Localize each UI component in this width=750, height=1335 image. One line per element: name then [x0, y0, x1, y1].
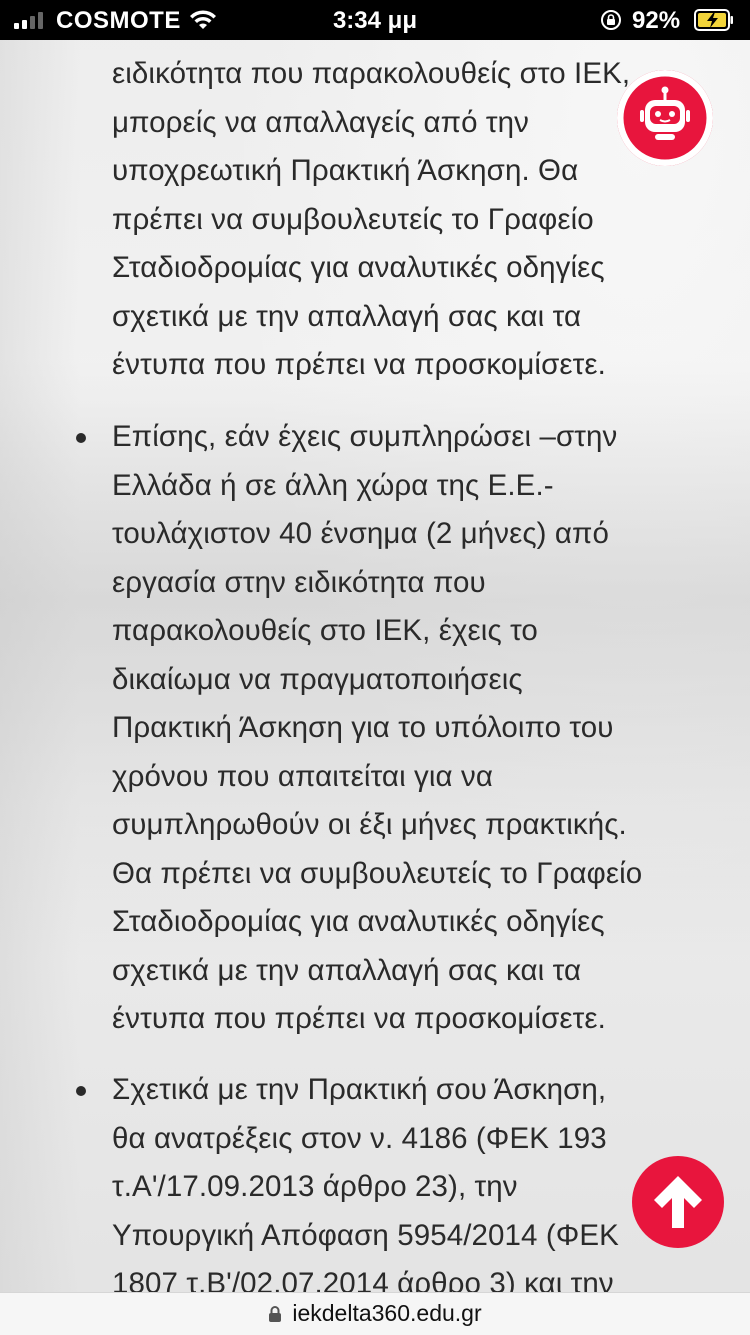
lock-icon	[269, 1306, 282, 1322]
text-line: Σχετικά με την Πρακτική σου Άσκηση,	[112, 1073, 607, 1106]
text-line: Επίσης, εάν έχεις συμπληρώσει –στην	[112, 420, 618, 453]
text-line: σχετικά με την απαλλαγή σας και τα	[112, 299, 582, 333]
text-line: Ελλάδα ή σε άλλη χώρα της Ε.Ε.-	[112, 468, 554, 502]
text-line: εργασία στην ειδικότητα που	[112, 565, 486, 599]
status-bar: COSMOTE 3:34 μμ 92%	[0, 0, 750, 40]
chatbot-button[interactable]	[617, 70, 713, 166]
robot-icon	[618, 71, 712, 165]
orientation-lock-icon	[601, 10, 621, 30]
text-line: έντυπα που πρέπει να προσκομίσετε.	[112, 1002, 606, 1035]
browser-url-bar[interactable]: iekdelta360.edu.gr	[0, 1292, 750, 1335]
scroll-to-top-button[interactable]	[632, 1156, 724, 1248]
url-domain: iekdelta360.edu.gr	[292, 1300, 482, 1326]
text-line: τουλάχιστον 40 ένσημα (2 μήνες) από	[112, 517, 610, 550]
text-line: 1807 τ.Β'/02.07.2014 άρθρο 3) και την	[112, 1267, 614, 1292]
text-line: Σταδιοδρομίας για αναλυτικές οδηγίες	[112, 905, 605, 938]
battery-charging-icon	[694, 9, 733, 31]
article-content: ειδικότητα που παρακολουθείς στο ΙΕΚ, μπ…	[0, 40, 750, 1292]
list-item-partial-practice: Επίσης, εάν έχεις συμπληρώσει –στην Ελλά…	[112, 413, 732, 1044]
battery-percentage: 92%	[632, 7, 681, 34]
text-line: παρακολουθείς στο ΙΕΚ, έχεις το	[112, 614, 538, 647]
text-line: Θα πρέπει να συμβουλευτείς το Γραφείο	[112, 856, 643, 890]
text-line: σχετικά με την απαλλαγή σας και τα	[112, 953, 582, 987]
text-line: πρέπει να συμβουλευτείς το Γραφείο	[112, 202, 594, 236]
arrow-up-icon	[654, 1176, 702, 1228]
bullet-marker	[76, 1086, 86, 1096]
text-line: δικαίωμα να πραγματοποιήσεις	[112, 662, 523, 696]
text-line: έντυπα που πρέπει να προσκομίσετε.	[112, 348, 606, 381]
text-line: Σταδιοδρομίας για αναλυτικές οδηγίες	[112, 251, 605, 284]
bullet-marker	[76, 433, 86, 443]
text-line: Πρακτική Άσκηση για το υπόλοιπο του	[112, 711, 614, 744]
text-line: χρόνου που απαιτείται για να	[112, 759, 493, 793]
url-display[interactable]: iekdelta360.edu.gr	[0, 1300, 750, 1327]
text-line: συμπληρωθούν οι έξι μήνες πρακτικής.	[112, 808, 627, 841]
